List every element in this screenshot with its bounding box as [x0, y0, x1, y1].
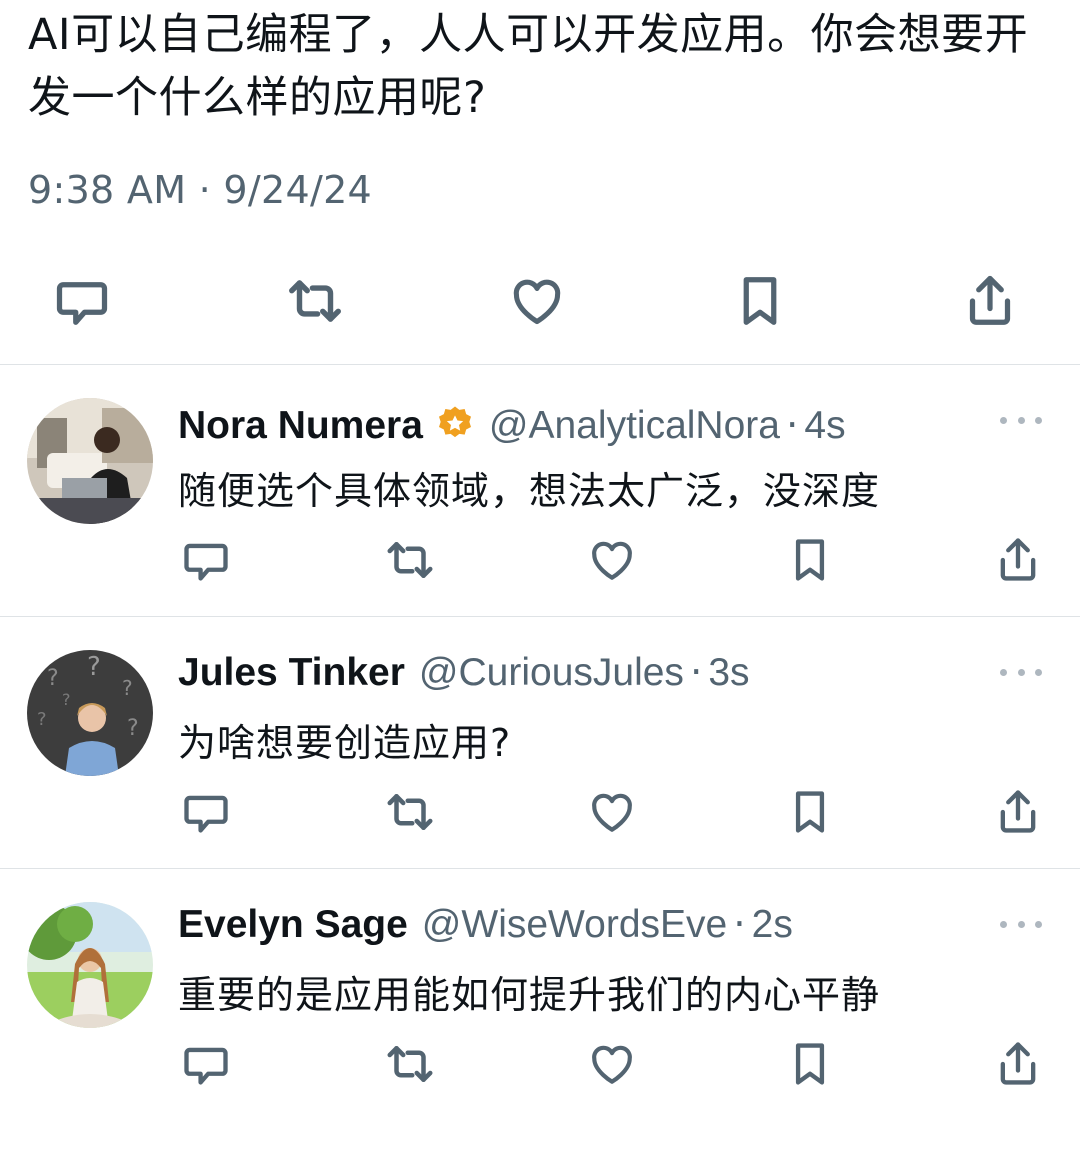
retweet-icon — [289, 280, 341, 322]
bookmark-button[interactable] — [784, 1034, 836, 1094]
share-button[interactable] — [990, 782, 1046, 842]
avatar[interactable] — [27, 398, 153, 524]
svg-text:?: ? — [47, 666, 59, 691]
like-button[interactable] — [584, 1034, 640, 1094]
reply-icon — [184, 543, 228, 581]
post-action-bar — [0, 266, 1080, 336]
more-options-button[interactable] — [1000, 410, 1042, 430]
reply-text: 重要的是应用能如何提升我们的内心平静 — [178, 973, 881, 1017]
svg-text:?: ? — [87, 652, 101, 682]
divider — [0, 616, 1080, 617]
reply-icon — [184, 1047, 228, 1085]
reply-tweet[interactable]: Nora Numera @AnalyticalNora · 4s 随便选个具体领… — [0, 398, 1080, 648]
bookmark-icon — [795, 1043, 825, 1085]
bookmark-button[interactable] — [730, 266, 790, 336]
separator-dot: · — [689, 650, 703, 695]
reply-text: 为啥想要创造应用? — [178, 721, 512, 765]
share-button[interactable] — [990, 530, 1046, 590]
reply-button[interactable] — [178, 530, 234, 590]
retweet-button[interactable] — [380, 782, 440, 842]
avatar[interactable] — [27, 902, 153, 1028]
like-icon — [513, 279, 561, 325]
verified-badge-icon — [435, 404, 475, 444]
share-icon — [969, 275, 1011, 325]
share-icon — [1000, 790, 1036, 833]
svg-text:?: ? — [62, 690, 71, 709]
display-name[interactable]: Evelyn Sage — [178, 903, 408, 947]
display-name[interactable]: Nora Numera — [178, 404, 423, 448]
divider — [0, 364, 1080, 365]
reply-button[interactable] — [178, 1034, 234, 1094]
retweet-button[interactable] — [380, 530, 440, 590]
share-icon — [1000, 1042, 1036, 1085]
separator-dot: · — [733, 902, 746, 947]
bookmark-button[interactable] — [784, 782, 836, 842]
more-icon — [1000, 920, 1007, 928]
svg-text:?: ? — [37, 709, 47, 730]
reply-button[interactable] — [50, 266, 114, 336]
reply-tweet[interactable]: ? ? ? ? ? ? Jules Tinker @CuriousJules ·… — [0, 650, 1080, 900]
separator-dot: · — [785, 403, 799, 448]
like-button[interactable] — [505, 266, 569, 336]
share-button[interactable] — [958, 266, 1022, 336]
reply-header: Evelyn Sage @WiseWordsEve · 2s — [178, 902, 793, 952]
like-button[interactable] — [584, 530, 640, 590]
svg-text:?: ? — [122, 676, 133, 700]
reply-button[interactable] — [178, 782, 234, 842]
like-button[interactable] — [584, 782, 640, 842]
post-timestamp[interactable]: 9:38 AM · 9/24/24 — [28, 168, 372, 212]
more-options-button[interactable] — [1000, 662, 1042, 682]
bookmark-icon — [795, 791, 825, 833]
user-handle[interactable]: @CuriousJules — [419, 651, 684, 695]
reply-header: Jules Tinker @CuriousJules · 3s — [178, 650, 750, 700]
share-button[interactable] — [990, 1034, 1046, 1094]
bookmark-button[interactable] — [784, 530, 836, 590]
user-handle[interactable]: @WiseWordsEve — [422, 903, 727, 947]
post-text: AI可以自己编程了，人人可以开发应用。你会想要开发一个什么样的应用呢? — [28, 10, 1029, 123]
reply-icon — [56, 282, 108, 325]
reply-header: Nora Numera @AnalyticalNora · 4s — [178, 398, 846, 448]
retweet-icon — [387, 542, 433, 578]
svg-text:?: ? — [127, 716, 139, 741]
user-handle[interactable]: @AnalyticalNora — [489, 404, 780, 448]
divider — [0, 868, 1080, 869]
reply-icon — [184, 795, 228, 833]
display-name[interactable]: Jules Tinker — [178, 651, 405, 695]
reply-time[interactable]: 4s — [804, 404, 845, 448]
reply-tweet[interactable]: Evelyn Sage @WiseWordsEve · 2s 重要的是应用能如何… — [0, 902, 1080, 1152]
retweet-icon — [387, 1046, 433, 1082]
more-icon — [1000, 668, 1007, 676]
share-icon — [1000, 538, 1036, 581]
like-icon — [592, 1045, 632, 1084]
avatar[interactable]: ? ? ? ? ? ? — [27, 650, 153, 776]
retweet-icon — [387, 794, 433, 830]
more-options-button[interactable] — [1000, 914, 1042, 934]
reply-text: 随便选个具体领域，想法太广泛，没深度 — [178, 469, 881, 513]
bookmark-icon — [743, 277, 777, 325]
reply-time[interactable]: 3s — [708, 651, 749, 695]
more-icon — [1000, 416, 1007, 424]
retweet-button[interactable] — [380, 1034, 440, 1094]
like-icon — [592, 793, 632, 832]
retweet-button[interactable] — [280, 266, 350, 336]
bookmark-icon — [795, 539, 825, 581]
like-icon — [592, 541, 632, 580]
reply-time[interactable]: 2s — [752, 903, 793, 947]
